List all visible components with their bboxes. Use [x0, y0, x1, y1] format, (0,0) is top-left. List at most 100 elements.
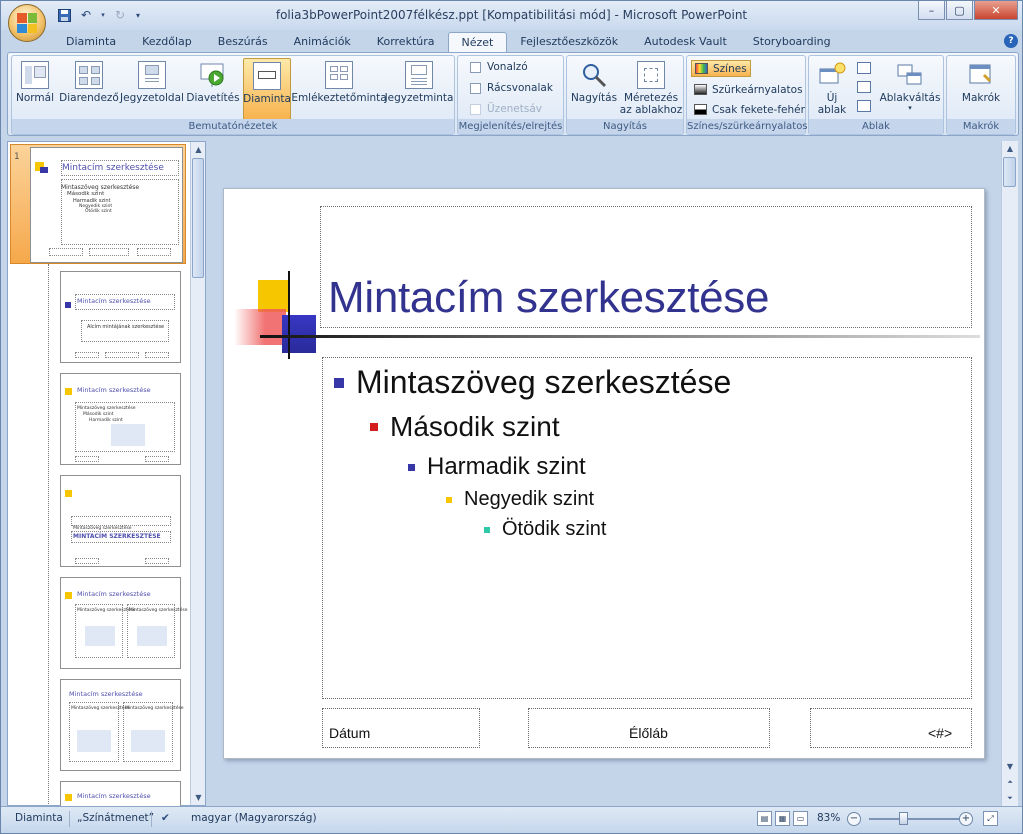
- slide-scrollbar[interactable]: ▲ ▼ ⏶ ⏷: [1001, 141, 1018, 806]
- zoom-in-icon[interactable]: +: [959, 812, 973, 826]
- slide-sorter-button[interactable]: Diarendező: [59, 58, 119, 120]
- fit-to-window-button[interactable]: Méretezés az ablakhoz: [619, 58, 683, 120]
- status-theme-name: „Színátmenet”: [77, 812, 155, 824]
- zoom-slider-knob[interactable]: [899, 812, 908, 825]
- new-window-button[interactable]: Új ablak: [813, 58, 851, 120]
- deco-red-gradient: [234, 309, 286, 345]
- normal-view-status-icon[interactable]: ▤: [757, 811, 772, 826]
- powerpoint-window: ↶ ▾ ↻ ▾ folia3bPowerPoint2007félkész.ppt…: [0, 0, 1023, 834]
- handout-master-icon: [325, 61, 353, 89]
- macros-icon: [967, 61, 995, 89]
- next-slide-icon[interactable]: ⏷: [1002, 791, 1018, 806]
- ruler-checkbox[interactable]: Vonalzó: [470, 61, 528, 73]
- help-icon[interactable]: ?: [1004, 34, 1018, 48]
- zoom-out-icon[interactable]: −: [847, 812, 861, 826]
- scroll-up-icon[interactable]: ▲: [1002, 141, 1018, 156]
- thumbnail-layout-comparison[interactable]: Mintacím szerkesztése Mintaszöveg szerke…: [60, 679, 184, 771]
- notes-master-icon: [405, 61, 433, 89]
- slide-thumbnails-pane: 1 Mintacím szerkesztése Mintaszöveg szer…: [7, 141, 206, 807]
- move-split-icon[interactable]: [857, 100, 871, 112]
- zoom-level[interactable]: 83%: [817, 812, 840, 824]
- group-label-window: Ablak: [809, 119, 943, 134]
- thumbnail-layout-title-only[interactable]: Mintacím szerkesztése: [60, 781, 181, 807]
- status-bar: Diaminta „Színátmenet” ✔ magyar (Magyaro…: [1, 806, 1022, 833]
- switch-windows-button[interactable]: Ablakváltás ▾: [879, 58, 941, 120]
- thumbnail-layout-two-content[interactable]: Mintacím szerkesztése Mintaszöveg szerke…: [60, 577, 188, 669]
- slide-master-button[interactable]: Diaminta: [243, 58, 291, 120]
- tab-autodesk-vault[interactable]: Autodesk Vault: [631, 32, 740, 52]
- tab-fejlesztoeszkozok[interactable]: Fejlesztőeszközök: [507, 32, 631, 52]
- slide-show-icon: [199, 61, 227, 89]
- spellcheck-icon[interactable]: ✔: [161, 812, 170, 824]
- window-title: folia3bPowerPoint2007félkész.ppt [Kompat…: [275, 8, 748, 22]
- zoom-button[interactable]: Nagyítás: [571, 58, 617, 120]
- content-placeholder-icons: [111, 424, 145, 446]
- handout-master-button[interactable]: Emlékeztetőminta: [291, 58, 387, 120]
- bullet-icon: [446, 496, 452, 503]
- close-button[interactable]: ✕: [974, 1, 1018, 20]
- thumbnail-layout-content[interactable]: Mintacím szerkesztése Mintaszöveg szerke…: [60, 373, 181, 465]
- maximize-button[interactable]: ▢: [946, 1, 973, 20]
- tab-storyboarding[interactable]: Storyboarding: [740, 32, 844, 52]
- message-bar-checkbox[interactable]: Üzenetsáv: [470, 103, 542, 115]
- notes-page-icon: [138, 61, 166, 89]
- black-white-button[interactable]: Csak fekete-fehér: [691, 101, 808, 118]
- group-macros: Makrók Makrók: [946, 55, 1016, 135]
- minimize-button[interactable]: –: [918, 1, 945, 20]
- grayscale-swatch-icon: [694, 84, 707, 95]
- bullet-icon: [334, 377, 344, 388]
- office-button[interactable]: [8, 4, 46, 42]
- group-color-grayscale: Színes Szürkeárnyalatos Csak fekete-fehé…: [686, 55, 808, 135]
- tab-nezet[interactable]: Nézet: [447, 32, 508, 52]
- slide-master[interactable]: Mintacím szerkesztése Mintaszöveg szerke…: [223, 188, 985, 759]
- deco-yellow-square: [258, 280, 290, 312]
- zoom-slider[interactable]: [869, 818, 961, 820]
- switch-windows-icon: [896, 61, 924, 89]
- slide-show-status-icon[interactable]: ▭: [793, 811, 808, 826]
- fit-slide-icon[interactable]: ⤢: [983, 811, 998, 826]
- tab-kezdolap[interactable]: Kezdőlap: [129, 32, 205, 52]
- thumbnail-layout-section[interactable]: Mintaszöveg szerkesztése MINTACÍM SZERKE…: [60, 475, 181, 567]
- tab-korrektura[interactable]: Korrektúra: [364, 32, 448, 52]
- notes-master-button[interactable]: Jegyzetminta: [385, 58, 453, 120]
- previous-slide-icon[interactable]: ⏶: [1002, 775, 1018, 790]
- group-label-zoom: Nagyítás: [567, 119, 683, 134]
- scroll-up-icon[interactable]: ▲: [191, 142, 206, 157]
- tab-diaminta[interactable]: Diaminta: [53, 32, 129, 52]
- tab-animaciok[interactable]: Animációk: [281, 32, 364, 52]
- new-window-icon: [818, 61, 846, 89]
- normal-view-button[interactable]: Normál: [14, 58, 56, 120]
- bullet-icon: [408, 463, 415, 471]
- group-show-hide: Vonalzó Rácsvonalak Üzenetsáv Megjelenít…: [457, 55, 564, 135]
- thumbnail-master[interactable]: Mintacím szerkesztése Mintaszöveg szerke…: [30, 147, 183, 263]
- notes-page-button[interactable]: Jegyzetoldal: [120, 58, 184, 120]
- slide-sorter-icon: [75, 61, 103, 89]
- scroll-down-icon[interactable]: ▼: [1002, 759, 1018, 774]
- arrange-all-icon[interactable]: [857, 62, 871, 74]
- gridlines-checkbox[interactable]: Rácsvonalak: [470, 82, 553, 94]
- slide-sorter-status-icon[interactable]: ▦: [775, 811, 790, 826]
- grayscale-button[interactable]: Szürkeárnyalatos: [691, 81, 806, 98]
- thumbnail-layout-title[interactable]: Mintacím szerkesztése Alcím mintájának s…: [60, 271, 181, 363]
- group-zoom: Nagyítás Méretezés az ablakhoz Nagyítás: [566, 55, 684, 135]
- deco-horizontal-line: [260, 335, 980, 338]
- text-level-3: Harmadik szint: [408, 453, 586, 481]
- ribbon: Normál Diarendező Jegyzetoldal Diavetíté…: [7, 52, 1019, 136]
- color-button[interactable]: Színes: [691, 60, 751, 77]
- tab-beszuras[interactable]: Beszúrás: [205, 32, 281, 52]
- body-placeholder[interactable]: [322, 357, 972, 699]
- slide-title: Mintacím szerkesztése: [328, 273, 770, 322]
- slide-show-button[interactable]: Diavetítés: [186, 58, 240, 120]
- scroll-down-icon[interactable]: ▼: [191, 790, 206, 805]
- status-language[interactable]: magyar (Magyarország): [191, 812, 317, 824]
- cascade-icon[interactable]: [857, 81, 871, 93]
- thumbnail-scrollbar[interactable]: ▲ ▼: [190, 142, 205, 805]
- macros-button[interactable]: Makrók: [951, 58, 1011, 120]
- group-label-color: Színes/szürkeárnyalatos: [687, 119, 808, 134]
- title-bar: ↶ ▾ ↻ ▾ folia3bPowerPoint2007félkész.ppt…: [1, 1, 1022, 30]
- scroll-thumb[interactable]: [192, 158, 204, 278]
- bullet-icon: [484, 526, 490, 533]
- office-logo-icon: [17, 13, 37, 33]
- scroll-thumb[interactable]: [1003, 157, 1016, 187]
- text-level-5: Ötödik szint: [484, 518, 606, 541]
